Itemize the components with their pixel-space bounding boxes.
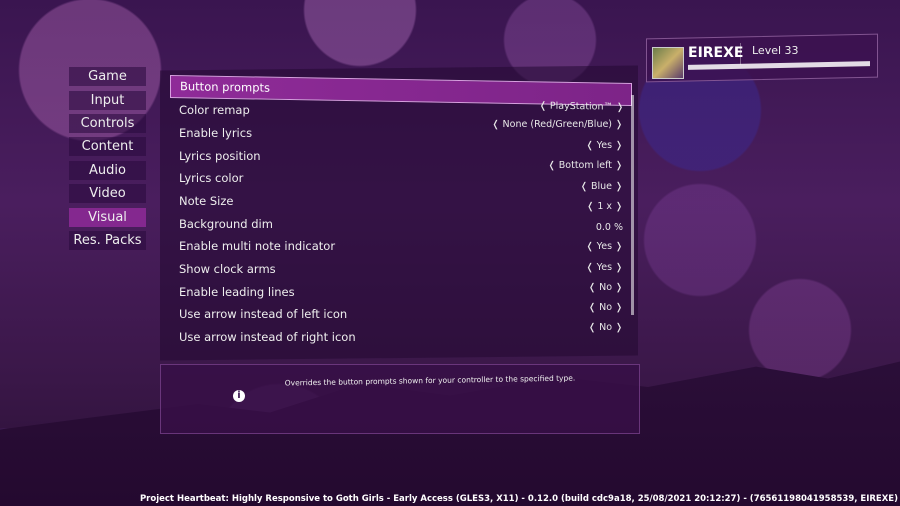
setting-value[interactable]: ❬ Yes ❭ <box>586 262 623 273</box>
setting-label: Enable lyrics <box>179 126 253 140</box>
setting-row-enable-lyrics[interactable]: Enable lyrics ❬ Yes ❭ <box>170 123 630 151</box>
setting-label: Show clock arms <box>179 262 276 276</box>
setting-label: Lyrics color <box>179 171 244 185</box>
setting-row-arrow-right-icon[interactable]: Use arrow instead of right icon ❬ No ❭ <box>170 322 630 348</box>
setting-value[interactable]: ❬ No ❭ <box>588 302 623 313</box>
setting-row-leading-lines[interactable]: Enable leading lines ❬ No ❭ <box>170 282 630 303</box>
tab-res-packs[interactable]: Res. Packs <box>69 231 146 250</box>
setting-value[interactable]: 0.0 % <box>596 222 623 233</box>
setting-label: Color remap <box>179 103 250 117</box>
tab-input[interactable]: Input <box>69 91 146 110</box>
profile-level: Level 33 <box>752 44 799 57</box>
setting-label: Use arrow instead of right icon <box>179 330 356 344</box>
tab-controls[interactable]: Controls <box>69 114 146 133</box>
setting-row-show-clock-arms[interactable]: Show clock arms ❬ Yes ❭ <box>170 259 630 280</box>
setting-label: Enable multi note indicator <box>179 239 336 253</box>
profile-username: EIREXE <box>688 45 744 61</box>
setting-row-color-remap[interactable]: Color remap ❬ None (Red/Green/Blue) ❭ <box>170 100 630 130</box>
avatar <box>652 47 684 79</box>
setting-row-lyrics-position[interactable]: Lyrics position ❬ Bottom left ❭ <box>170 146 630 171</box>
info-icon: i <box>233 390 245 402</box>
setting-row-multi-note-indicator[interactable]: Enable multi note indicator ❬ Yes ❭ <box>170 236 630 257</box>
tab-game[interactable]: Game <box>69 67 146 86</box>
setting-row-arrow-left-icon[interactable]: Use arrow instead of left icon ❬ No ❭ <box>170 302 630 325</box>
tab-visual[interactable]: Visual <box>69 208 146 227</box>
setting-row-background-dim[interactable]: Background dim 0.0 % <box>170 214 630 235</box>
setting-row-lyrics-color[interactable]: Lyrics color ❬ Blue ❭ <box>170 168 630 192</box>
build-info: Project Heartbeat: Highly Responsive to … <box>139 494 898 504</box>
setting-label: Button prompts <box>180 79 270 95</box>
setting-label: Use arrow instead of left icon <box>179 307 348 321</box>
setting-value[interactable]: ❬ Yes ❭ <box>586 241 623 252</box>
settings-scrollbar[interactable] <box>631 95 634 315</box>
setting-label: Enable leading lines <box>179 285 295 299</box>
tab-content[interactable]: Content <box>69 137 146 156</box>
tab-video[interactable]: Video <box>69 184 146 203</box>
setting-label: Note Size <box>179 194 234 208</box>
profile-divider <box>740 43 741 65</box>
setting-value[interactable]: ❬ No ❭ <box>588 322 623 333</box>
setting-label: Lyrics position <box>179 149 261 163</box>
setting-value[interactable]: ❬ 1 x ❭ <box>586 201 623 212</box>
setting-row-note-size[interactable]: Note Size ❬ 1 x ❭ <box>170 191 630 212</box>
setting-value[interactable]: ❬ No ❭ <box>588 282 623 293</box>
setting-label: Background dim <box>179 217 273 231</box>
tab-audio[interactable]: Audio <box>69 161 146 180</box>
